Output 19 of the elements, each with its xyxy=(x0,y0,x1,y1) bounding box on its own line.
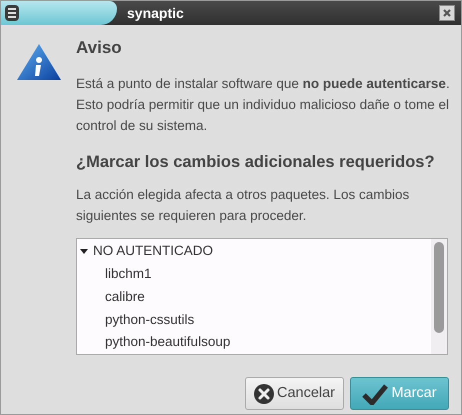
info-icon xyxy=(16,43,62,81)
package-item[interactable]: python-cssutils xyxy=(77,308,431,332)
warning-message: Está a punto de instalar software que no puede autenticarse. Esto podría permitir que un individuo malicioso dañe o tome el control de su sistema. xyxy=(76,75,450,135)
close-icon[interactable] xyxy=(439,5,455,21)
window-title: synaptic xyxy=(127,4,184,23)
question-heading: ¿Marcar los cambios adicionales requeridos? xyxy=(76,152,436,173)
group-label: NO AUTENTICADO xyxy=(93,242,214,260)
menu-icon[interactable] xyxy=(5,5,19,21)
expander-icon[interactable] xyxy=(79,246,89,256)
cancel-button[interactable]: Cancelar xyxy=(245,377,344,410)
package-item[interactable]: python-beautifulsoup xyxy=(77,331,431,354)
dialog-heading: Aviso xyxy=(76,37,123,59)
explanation-text: La acción elegida afecta a otros paquetes. Los cambios siguientes se requieren para proceder. xyxy=(76,186,410,225)
close-icon xyxy=(254,384,274,404)
tree-group-row[interactable]: NO AUTENTICADO xyxy=(77,240,431,262)
package-item[interactable]: libchm1 xyxy=(77,262,431,286)
scrollbar[interactable] xyxy=(431,239,447,354)
checkmark-icon xyxy=(362,382,388,404)
package-item[interactable]: calibre xyxy=(77,285,431,308)
